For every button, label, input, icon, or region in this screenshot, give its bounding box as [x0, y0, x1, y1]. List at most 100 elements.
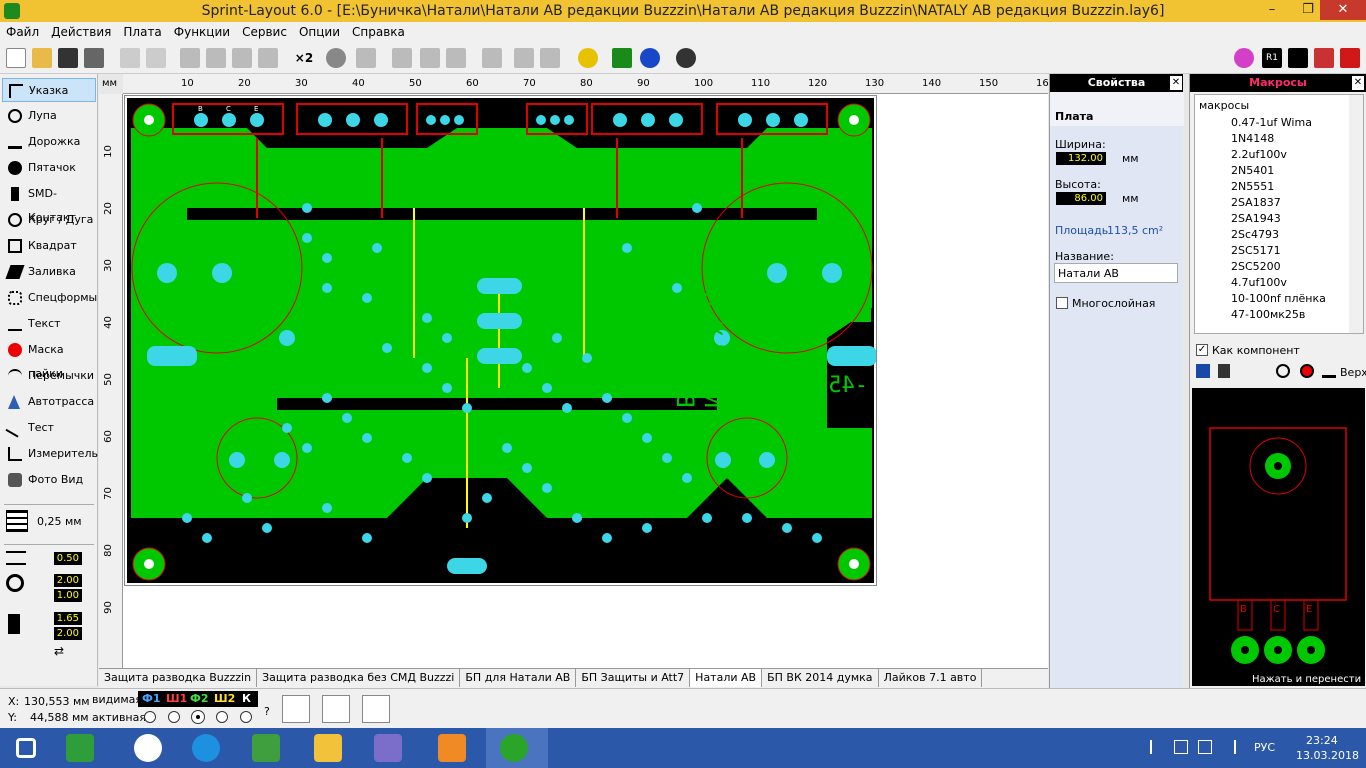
drc-off-icon[interactable]	[362, 695, 390, 723]
tool-circle[interactable]: Круг / Дуга	[2, 208, 96, 232]
undo-icon[interactable]	[120, 48, 140, 68]
unlock-icon[interactable]	[540, 48, 560, 68]
layer-sh2[interactable]: Ш2	[214, 692, 235, 705]
macro-item[interactable]: 10-100nf плёнка	[1231, 291, 1326, 307]
macro-item[interactable]: 0.47-1uf Wima	[1231, 115, 1326, 131]
tool-track[interactable]: Дорожка	[2, 130, 96, 154]
layer-f1[interactable]: Ф1	[142, 692, 161, 705]
menu-actions[interactable]: Действия	[45, 22, 117, 42]
tool-pad[interactable]: Пятачок	[2, 156, 96, 180]
pad-inner-input[interactable]: 1.00	[54, 589, 82, 602]
macro-item[interactable]: 2N5551	[1231, 179, 1326, 195]
macro-item[interactable]: 2SA1943	[1231, 211, 1326, 227]
redo-icon[interactable]	[146, 48, 166, 68]
taskbar-ie[interactable]	[178, 728, 234, 768]
group-icon[interactable]	[420, 48, 440, 68]
delete-macro-icon[interactable]	[1218, 364, 1230, 378]
tool-solder-mask[interactable]: Маска пайки	[2, 338, 96, 380]
macro-item[interactable]: 2.2uf100v	[1231, 147, 1326, 163]
connections-icon[interactable]	[612, 48, 632, 68]
zoom-icon[interactable]	[578, 48, 598, 68]
r1-button[interactable]: R1	[1262, 48, 1282, 68]
macro-item[interactable]: 2SC5171	[1231, 243, 1326, 259]
pcb-board[interactable]: B C E +45v -45v NATALY AB Buzzzin	[124, 95, 877, 586]
multilayer-checkbox[interactable]	[1056, 297, 1068, 309]
save-macro-icon[interactable]	[1196, 364, 1210, 378]
tree-scrollbar[interactable]	[1349, 95, 1363, 333]
new-file-icon[interactable]	[6, 48, 26, 68]
ungroup-icon[interactable]	[446, 48, 466, 68]
layer-sh1[interactable]: Ш1	[166, 692, 187, 705]
menu-functions[interactable]: Функции	[168, 22, 236, 42]
tool-autoroute[interactable]: Автотрасса	[2, 390, 96, 414]
volume-icon[interactable]	[1222, 740, 1236, 754]
radio-f2[interactable]	[191, 710, 205, 724]
menu-service[interactable]: Сервис	[236, 22, 293, 42]
smd-height-input[interactable]: 2.00	[54, 627, 82, 640]
macro-item[interactable]: 47-100мк25в	[1231, 307, 1326, 323]
taskbar-explorer[interactable]	[300, 728, 356, 768]
taskbar-sprint-layout[interactable]	[486, 728, 548, 768]
menu-board[interactable]: Плата	[117, 22, 167, 42]
tab-natali-ab[interactable]: Натали АВ	[690, 669, 763, 687]
properties-close-icon[interactable]: ✕	[1170, 76, 1182, 90]
radio-k[interactable]	[240, 711, 252, 723]
tab-psu-natali[interactable]: БП для Натали АВ	[460, 669, 577, 687]
macro-item[interactable]: 2Sc4793	[1231, 227, 1326, 243]
tool-smd[interactable]: SMD-Контакт	[2, 182, 96, 224]
tool-rect[interactable]: Квадрат	[2, 234, 96, 258]
record-icon[interactable]	[1300, 364, 1314, 378]
radio-sh1[interactable]	[168, 711, 180, 723]
smd-width-input[interactable]: 1.65	[54, 612, 82, 625]
tool-jumpers[interactable]: Перемычки	[2, 364, 96, 388]
tab-protection[interactable]: Защита разводка Buzzzin	[99, 669, 258, 687]
tab-psu-protection[interactable]: БП Защиты и Att7	[576, 669, 691, 687]
tool-pointer[interactable]: Указка	[2, 78, 96, 102]
taskbar-app[interactable]	[360, 728, 416, 768]
taskbar-store[interactable]	[52, 728, 108, 768]
grid-value[interactable]: 0,25 мм	[37, 515, 82, 528]
lock-icon[interactable]	[514, 48, 534, 68]
macro-preview[interactable]: B C E Нажать и перенести	[1192, 388, 1365, 686]
copy-icon[interactable]	[206, 48, 226, 68]
refresh-icon[interactable]	[1276, 364, 1290, 378]
tv-icon[interactable]	[1314, 48, 1334, 68]
tool-special[interactable]: Спецформы	[2, 286, 97, 310]
macros-close-icon[interactable]: ✕	[1352, 76, 1364, 90]
swap-icon[interactable]: ⇄	[54, 644, 64, 658]
crosshair-icon[interactable]	[322, 695, 350, 723]
component-icon[interactable]	[482, 48, 502, 68]
width-input[interactable]: 132.00	[1056, 152, 1106, 165]
macro-item[interactable]: 4.7uf100v	[1231, 275, 1326, 291]
layer-k[interactable]: К	[242, 692, 251, 705]
mirror-icon[interactable]	[356, 48, 376, 68]
radio-sh2[interactable]	[216, 711, 228, 723]
taskbar-media[interactable]	[424, 728, 480, 768]
tab-laikov[interactable]: Лайков 7.1 авто	[878, 669, 983, 687]
tool-fill[interactable]: Заливка	[2, 260, 96, 284]
open-folder-icon[interactable]	[32, 48, 52, 68]
height-input[interactable]: 86.00	[1056, 192, 1106, 205]
grid-icon[interactable]	[6, 510, 28, 532]
macro-tree[interactable]: макросы 0.47-1uf Wima 1N4148 2.2uf100v 2N54…	[1194, 94, 1364, 334]
battery-icon[interactable]	[1198, 740, 1212, 754]
language-indicator[interactable]: РУС	[1254, 741, 1275, 754]
macro-item[interactable]: 2SA1837	[1231, 195, 1326, 211]
help-mark[interactable]: ?	[264, 705, 270, 718]
taskbar-calculator[interactable]	[238, 728, 294, 768]
print-icon[interactable]	[84, 48, 104, 68]
tool-text[interactable]: Текст	[2, 312, 96, 336]
as-component-checkbox[interactable]: ✓	[1196, 344, 1208, 356]
track-width-input[interactable]: 0.50	[54, 552, 82, 565]
macro-item[interactable]: 2N5401	[1231, 163, 1326, 179]
layer-f2[interactable]: Ф2	[190, 692, 209, 705]
top-side-icon[interactable]	[1322, 364, 1336, 378]
network-icon[interactable]	[1174, 740, 1188, 754]
rotate-icon[interactable]	[326, 48, 346, 68]
macro-circle-icon[interactable]	[1234, 48, 1254, 68]
settings-gear-icon[interactable]	[676, 48, 696, 68]
tree-root[interactable]: макросы	[1199, 99, 1249, 112]
clock-time[interactable]: 23:24	[1306, 734, 1338, 747]
connection-mode-icon[interactable]	[282, 695, 310, 723]
tool-test[interactable]: Тест	[2, 416, 96, 440]
